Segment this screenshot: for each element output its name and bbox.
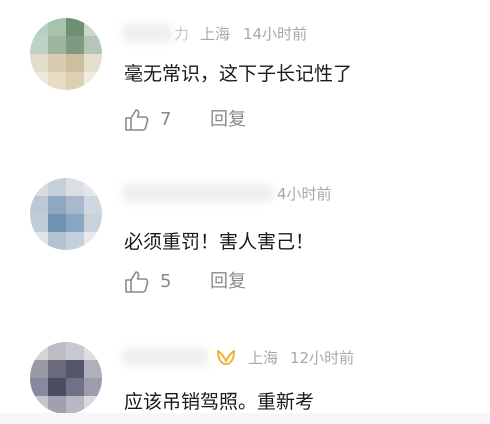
comment-item: 4小时前 必须重罚！害人害己！ 5 回复 — [0, 150, 490, 310]
comment-location: 上海 — [248, 349, 279, 367]
username-redacted[interactable] — [122, 348, 208, 366]
thumbs-up-icon[interactable] — [124, 270, 150, 294]
avatar[interactable] — [30, 178, 102, 250]
like-count: 5 — [160, 271, 172, 292]
username-redacted[interactable] — [122, 24, 172, 42]
avatar[interactable] — [30, 342, 102, 414]
comment-time: 12小时前 — [290, 349, 355, 367]
comment-list: 力 上海 14小时前 毫无常识，这下子长记性了 7 回复 4小时前 必须重罚！害… — [0, 0, 490, 424]
comment-item: 上海 12小时前 应该吊销驾照。重新考 — [0, 310, 490, 414]
comment-text: 应该吊销驾照。重新考 — [124, 391, 315, 413]
comment-text: 毫无常识，这下子长记性了 — [124, 63, 353, 85]
comment-item: 力 上海 14小时前 毫无常识，这下子长记性了 7 回复 — [0, 0, 490, 150]
bottom-fade — [0, 413, 490, 424]
reply-button[interactable]: 回复 — [210, 270, 246, 294]
comment-time: 4小时前 — [277, 185, 332, 203]
like-count: 7 — [160, 109, 172, 130]
thumbs-up-icon[interactable] — [124, 108, 150, 132]
vip-badge-icon — [217, 350, 235, 365]
comment-text: 必须重罚！害人害己！ — [124, 231, 315, 253]
avatar[interactable] — [30, 18, 102, 90]
username-tail[interactable]: 力 — [174, 24, 189, 44]
username-redacted[interactable] — [122, 184, 274, 202]
reply-button[interactable]: 回复 — [210, 108, 246, 132]
comment-location: 上海 — [200, 25, 231, 43]
comment-time: 14小时前 — [243, 25, 308, 43]
